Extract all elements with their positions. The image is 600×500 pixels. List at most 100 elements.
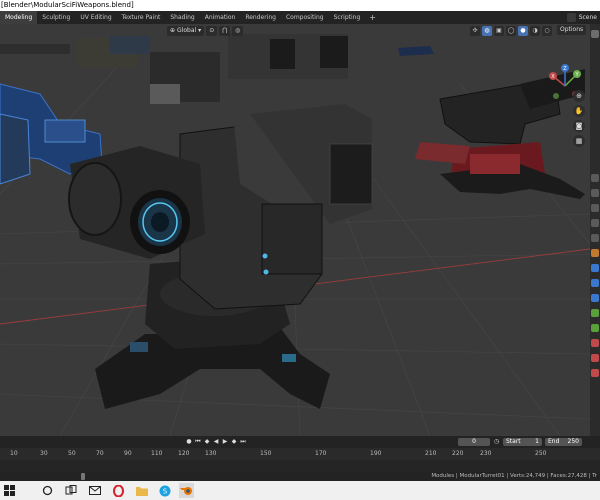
tab-uv-editing[interactable]: UV Editing <box>75 11 116 24</box>
x-axis-label: X <box>551 74 555 80</box>
zoom-button[interactable]: ⊕ <box>573 90 585 102</box>
next-keyframe-icon: ◆ <box>231 438 237 445</box>
tab-texture-paint[interactable]: Texture Paint <box>117 11 166 24</box>
snap-toggle[interactable]: ⋂ <box>219 25 231 36</box>
transform-orientation-dropdown[interactable]: ⊕ Global ▾ <box>167 25 205 36</box>
jump-start-button[interactable]: ⏮ <box>194 438 202 446</box>
modifier-properties-tab[interactable] <box>591 264 599 272</box>
tab-modeling[interactable]: Modeling <box>0 11 38 24</box>
prev-keyframe-button[interactable]: ◆ <box>203 438 211 446</box>
start-value: 1 <box>535 438 539 445</box>
play-icon: ▶ <box>222 438 228 445</box>
navigation-tools: ⊕ ✋ ◙ ▦ <box>573 90 585 147</box>
mail-button[interactable] <box>87 483 102 498</box>
scene-properties-tab[interactable] <box>591 219 599 227</box>
scene-selector[interactable]: Scene <box>566 11 600 24</box>
options-dropdown[interactable]: Options <box>557 25 587 35</box>
timeline-header: ● ⏮ ◆ ◀ ▶ ◆ ⏭ 0 ◷ Start 1 End 250 <box>0 436 600 448</box>
chevron-down-icon: ▾ <box>198 27 202 34</box>
wireframe-icon: ◯ <box>507 27 515 34</box>
workspace-tabs-bar: Modeling Sculpting UV Editing Texture Pa… <box>0 11 600 24</box>
orientation-label: Global <box>177 27 197 34</box>
ruler-tick: 30 <box>40 450 48 457</box>
ruler-tick: 120 <box>178 450 190 457</box>
jump-end-button[interactable]: ⏭ <box>239 438 247 446</box>
clock-icon[interactable]: ◷ <box>494 438 502 446</box>
play-button[interactable]: ▶ <box>221 438 229 446</box>
svg-text:S: S <box>162 487 167 495</box>
skype-button[interactable]: S <box>157 483 172 498</box>
ruler-tick: 70 <box>96 450 104 457</box>
proportional-edit-toggle[interactable]: ◎ <box>232 25 244 36</box>
rendered-icon: ○ <box>544 27 550 34</box>
current-frame-field[interactable]: 0 <box>458 438 490 446</box>
output-properties-tab[interactable] <box>591 189 599 197</box>
ruler-tick: 220 <box>452 450 464 457</box>
timeline-ruler[interactable]: 10 30 50 70 90 110 120 130 150 170 190 2… <box>0 448 600 460</box>
timeline-track[interactable] <box>0 460 600 472</box>
play-reverse-button[interactable]: ◀ <box>212 438 220 446</box>
start-label: Start <box>506 438 521 445</box>
zoom-icon: ⊕ <box>576 92 582 100</box>
perspective-toggle[interactable]: ▦ <box>573 135 585 147</box>
xray-toggle[interactable]: ▣ <box>494 25 504 36</box>
windows-start-icon <box>4 485 15 496</box>
view-layer-tab[interactable] <box>591 204 599 212</box>
pivot-icon: ⊙ <box>209 27 215 34</box>
constraints-tab[interactable] <box>591 309 599 317</box>
tab-rendering[interactable]: Rendering <box>240 11 281 24</box>
pan-button[interactable]: ✋ <box>573 105 585 117</box>
shading-rendered[interactable]: ○ <box>542 25 552 36</box>
material-icon: ◑ <box>532 27 538 34</box>
tool-tab[interactable] <box>591 30 599 38</box>
texture-properties-tab[interactable] <box>591 354 599 362</box>
z-axis-label: Z <box>563 66 567 72</box>
add-workspace-button[interactable]: + <box>365 13 380 22</box>
physics-tab[interactable] <box>591 294 599 302</box>
mouse-icon <box>81 473 85 480</box>
ruler-tick: 170 <box>315 450 327 457</box>
skype-icon: S <box>159 485 170 496</box>
windows-start-button[interactable] <box>2 483 17 498</box>
record-button[interactable]: ● <box>185 438 193 446</box>
render-properties-tab[interactable] <box>591 174 599 182</box>
end-frame-field[interactable]: End 250 <box>545 438 582 446</box>
neg-y-handle[interactable] <box>553 93 559 99</box>
gizmo-toggle[interactable]: ✣ <box>470 25 480 36</box>
next-keyframe-button[interactable]: ◆ <box>230 438 238 446</box>
object-properties-tab[interactable] <box>591 249 599 257</box>
xray-icon: ▣ <box>496 27 502 34</box>
start-frame-field[interactable]: Start 1 <box>503 438 542 446</box>
playback-controls: ● ⏮ ◆ ◀ ▶ ◆ ⏭ <box>185 438 247 446</box>
camera-view-button[interactable]: ◙ <box>573 120 585 132</box>
shading-wireframe[interactable]: ◯ <box>506 25 516 36</box>
grid-icon: ▦ <box>575 137 583 145</box>
3d-viewport[interactable]: ⊕ Global ▾ ⊙ ⋂ ◎ ✣ ◍ ▣ ◯ ● ◑ ○ Options Z… <box>0 24 590 436</box>
shading-material[interactable]: ◑ <box>530 25 540 36</box>
tab-shading[interactable]: Shading <box>165 11 199 24</box>
blender-button[interactable] <box>179 483 194 498</box>
overlay-toggle[interactable]: ◍ <box>482 25 492 36</box>
properties-tab-column <box>590 24 600 436</box>
opera-button[interactable] <box>111 483 126 498</box>
tab-compositing[interactable]: Compositing <box>281 11 329 24</box>
tab-animation[interactable]: Animation <box>200 11 241 24</box>
shader-properties-tab[interactable] <box>591 369 599 377</box>
data-properties-tab[interactable] <box>591 324 599 332</box>
window-title: [Blender\ModularSciFiWeapons.blend] <box>0 0 600 11</box>
tab-scripting[interactable]: Scripting <box>329 11 366 24</box>
pivot-point-button[interactable]: ⊙ <box>206 25 218 36</box>
cortana-icon <box>42 485 53 496</box>
cortana-button[interactable] <box>40 483 55 498</box>
end-label: End <box>548 438 560 445</box>
tab-sculpting[interactable]: Sculpting <box>37 11 75 24</box>
world-properties-tab[interactable] <box>591 234 599 242</box>
material-properties-tab[interactable] <box>591 339 599 347</box>
particles-tab[interactable] <box>591 279 599 287</box>
shading-solid[interactable]: ● <box>518 25 528 36</box>
file-explorer-button[interactable] <box>134 483 149 498</box>
ruler-tick: 50 <box>68 450 76 457</box>
opera-icon <box>113 484 124 497</box>
solid-icon: ● <box>520 27 526 34</box>
task-view-button[interactable] <box>63 483 78 498</box>
